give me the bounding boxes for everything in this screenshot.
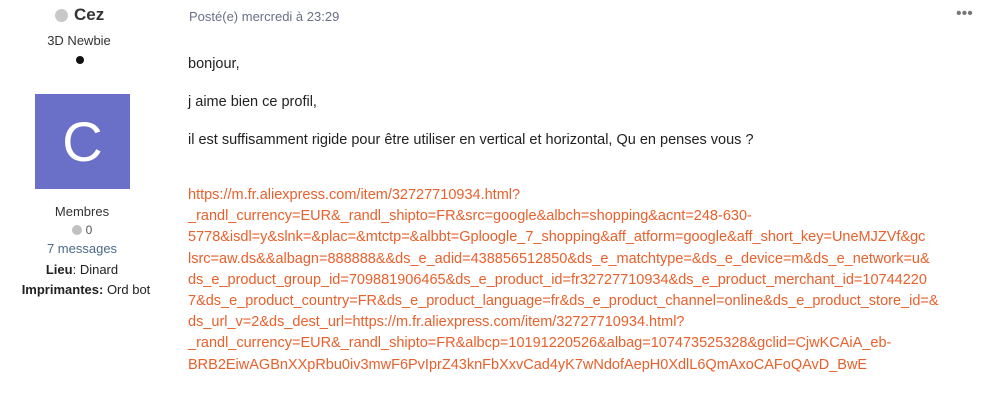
link-text-line: ds_e_product_group_id=709881906465&ds_e_…: [188, 271, 927, 288]
author-name-row: Cez: [55, 5, 104, 25]
message-count-link[interactable]: 7 messages: [0, 241, 164, 256]
post-paragraph: j aime bien ce profil,: [188, 94, 317, 110]
link-text-line: ds_url_v=2&ds_dest_url=https://m.fr.alie…: [188, 314, 685, 331]
profile-field-printers: Imprimantes: Ord bot: [4, 282, 168, 297]
link-text-line: _randl_currency=EUR&_randl_shipto=FR&src…: [188, 208, 752, 225]
avatar-letter: C: [62, 110, 103, 173]
author-name[interactable]: Cez: [74, 5, 104, 25]
link-text-line: 7&ds_e_product_country=FR&ds_e_product_l…: [188, 293, 939, 310]
reputation: 0: [0, 223, 164, 237]
location-label: Lieu: [45, 262, 73, 277]
aliexpress-link[interactable]: https://m.fr.aliexpress.com/item/3272771…: [188, 185, 994, 376]
link-text-line: lsrc=aw.ds&&albagn=888888&&ds_e_adid=438…: [188, 250, 930, 267]
link-text-line: BRB2EiwAGBnXXpRbu0iv3mwF6PvIprZ43knFbXxv…: [188, 356, 868, 373]
reputation-icon: [71, 225, 82, 235]
post-paragraph: il est suffisamment rigide pour être uti…: [188, 132, 754, 148]
avatar[interactable]: C: [35, 94, 130, 189]
link-text-line: https://m.fr.aliexpress.com/item/3272771…: [188, 187, 521, 203]
reputation-count: 0: [85, 223, 93, 237]
post-more-options-icon[interactable]: •••: [956, 5, 973, 23]
member-group: Membres: [54, 204, 110, 219]
post-paragraph: bonjour,: [188, 56, 240, 72]
rank-pip-icon: [76, 56, 84, 64]
link-text-line: 5778&isdl=y&slnk=&plac=&mtctp=&albbt=Gpl…: [188, 229, 926, 246]
location-value: : Dinard: [72, 262, 119, 277]
post-date[interactable]: Posté(e) mercredi à 23:29: [189, 9, 339, 24]
link-text-line: _randl_currency=EUR&_randl_shipto=FR&alb…: [188, 335, 892, 352]
offline-status-icon: [55, 8, 68, 22]
printers-value: Ord bot: [103, 282, 151, 297]
profile-field-location: Lieu: Dinard: [0, 262, 164, 277]
author-rank-title: 3D Newbie: [47, 33, 111, 48]
printers-label: Imprimantes:: [21, 282, 104, 297]
